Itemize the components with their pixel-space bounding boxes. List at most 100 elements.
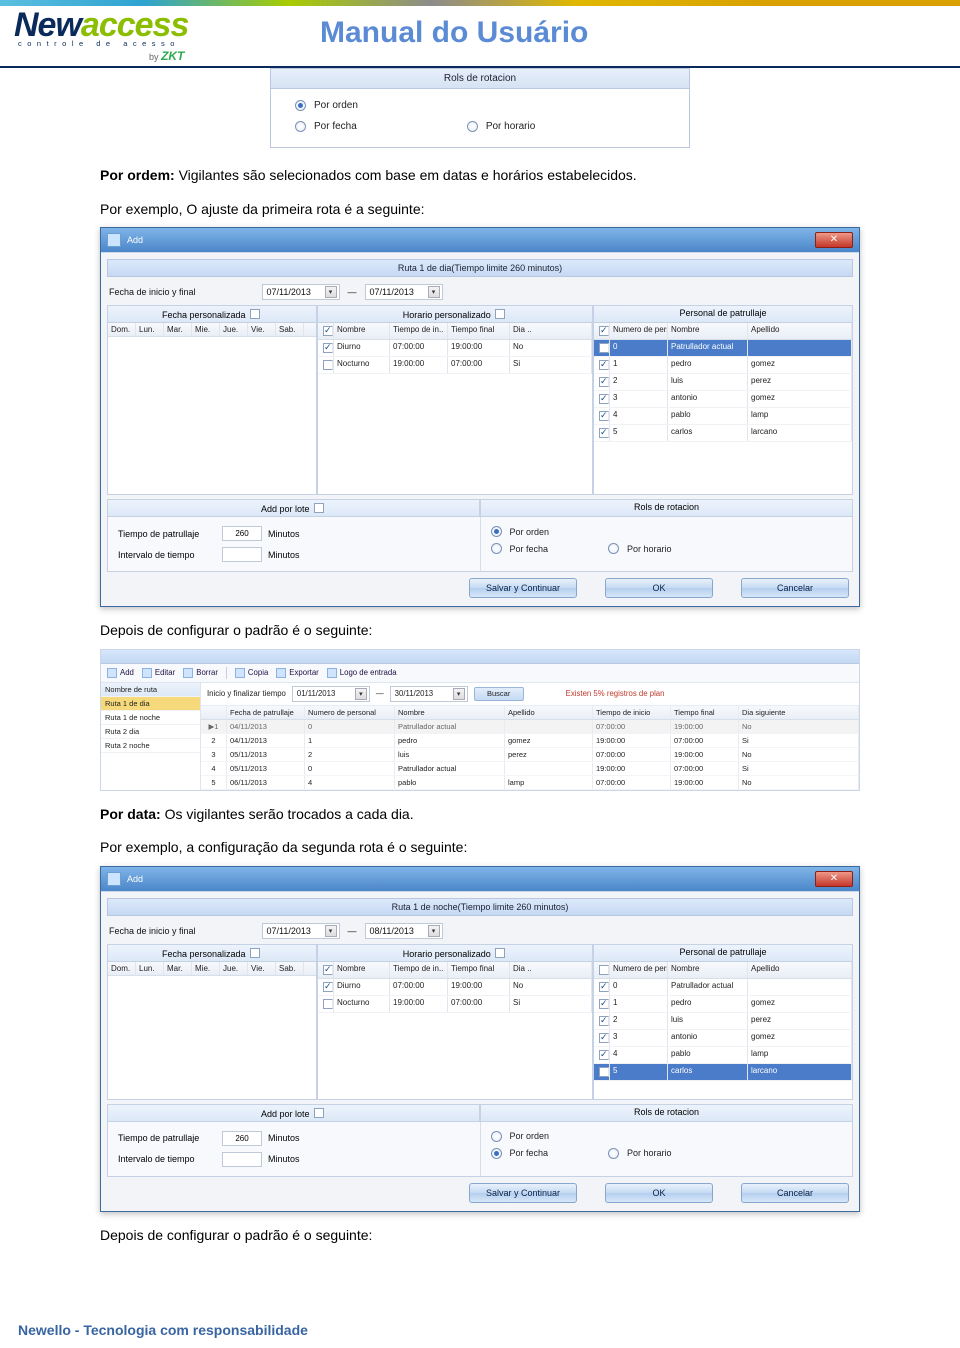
- search-row: Inicio y finalizar tiempo 01/11/2013▾ — …: [201, 683, 859, 706]
- radio-por-fecha[interactable]: Por fecha: [491, 1148, 549, 1159]
- page-content: Rols de rotacion Por orden Por fecha Por…: [0, 68, 960, 1294]
- cancel-button[interactable]: Cancelar: [741, 578, 849, 598]
- personal-row[interactable]: 0Patrullador actual: [594, 979, 852, 996]
- dialog-add-2: Add ✕ Ruta 1 de noche(Tiempo limite 260 …: [100, 866, 860, 1212]
- radio-icon: [491, 526, 502, 537]
- rols-title: Rols de rotacion: [271, 69, 689, 89]
- personal-row[interactable]: 4pablolamp: [594, 1047, 852, 1064]
- search-date-end[interactable]: 30/11/2013▾: [390, 686, 468, 702]
- radio-por-fecha[interactable]: Por fecha: [295, 121, 357, 132]
- date-start[interactable]: 07/11/2013▾: [262, 923, 340, 939]
- text-por-data: Por data: Os vigilantes serão trocados a…: [100, 805, 860, 825]
- radio-por-orden[interactable]: Por orden: [295, 100, 358, 111]
- listing-toolbar: Add Editar Borrar Copia Exportar Logo de…: [101, 664, 859, 683]
- checkbox[interactable]: [314, 503, 324, 513]
- save-continue-button[interactable]: Salvar y Continuar: [469, 578, 577, 598]
- tb-logo[interactable]: Logo de entrada: [327, 668, 397, 678]
- listing-row[interactable]: ▶104/11/20130Patrullador actual07:00:001…: [201, 720, 859, 734]
- personal-row[interactable]: 3antoniogomez: [594, 1030, 852, 1047]
- col-rols-rotacion: Rols de rotacion: [480, 1104, 853, 1122]
- tb-add[interactable]: Add: [107, 668, 134, 678]
- add-icon: [107, 668, 117, 678]
- logo-icon: [327, 668, 337, 678]
- checkbox[interactable]: [250, 309, 260, 319]
- listing-panel: Add Editar Borrar Copia Exportar Logo de…: [100, 649, 860, 791]
- close-button[interactable]: ✕: [815, 232, 853, 248]
- date-end[interactable]: 07/11/2013▾: [365, 284, 443, 300]
- checkbox[interactable]: [250, 948, 260, 958]
- pane-personal: Numero de personalNombreApellido 0Patrul…: [593, 962, 853, 1100]
- radio-por-horario[interactable]: Por horario: [467, 121, 535, 132]
- radio-por-horario[interactable]: Por horario: [608, 543, 672, 554]
- search-date-start[interactable]: 01/11/2013▾: [292, 686, 370, 702]
- input-tiempo-patrullaje[interactable]: 260: [222, 1131, 262, 1146]
- chevron-down-icon: ▾: [428, 925, 440, 937]
- personal-row[interactable]: 3antoniogomez: [594, 391, 852, 408]
- listing-row[interactable]: 204/11/20131pedrogomez19:00:0007:00:00Si: [201, 734, 859, 748]
- radio-label: Por fecha: [314, 121, 357, 132]
- rols-panel: Rols de rotacion Por orden Por fecha Por…: [270, 68, 690, 148]
- chevron-down-icon: ▾: [453, 688, 465, 700]
- personal-row[interactable]: 0Patrullador actual: [594, 340, 852, 357]
- dialog-title: Add: [127, 874, 143, 884]
- window-icon: [107, 872, 121, 886]
- personal-row[interactable]: 2luisperez: [594, 1013, 852, 1030]
- edit-icon: [142, 668, 152, 678]
- radio-por-horario[interactable]: Por horario: [608, 1148, 672, 1159]
- dialog-add-1: Add ✕ Ruta 1 de dia(Tiempo limite 260 mi…: [100, 227, 860, 607]
- dialog-titlebar[interactable]: Add ✕: [101, 867, 859, 891]
- fecha-row: Fecha de inicio y final 07/11/2013▾ — 08…: [101, 920, 859, 942]
- input-intervalo[interactable]: [222, 547, 262, 562]
- fecha-label: Fecha de inicio y final: [109, 287, 196, 297]
- ok-button[interactable]: OK: [605, 578, 713, 598]
- personal-row[interactable]: 5carloslarcano: [594, 1064, 852, 1081]
- pane-horario: NombreTiempo de in..Tiempo finalDia .. D…: [317, 962, 593, 1100]
- radio-por-orden[interactable]: Por orden: [491, 526, 550, 537]
- personal-row[interactable]: 1pedrogomez: [594, 996, 852, 1013]
- personal-row[interactable]: 1pedrogomez: [594, 357, 852, 374]
- listing-row[interactable]: 405/11/20130Patrullador actual19:00:0007…: [201, 762, 859, 776]
- personal-row[interactable]: 2luisperez: [594, 374, 852, 391]
- export-icon: [276, 668, 286, 678]
- tb-editar[interactable]: Editar: [142, 668, 175, 678]
- col-add-lote: Add por lote: [107, 499, 480, 517]
- radio-icon: [491, 1148, 502, 1159]
- tb-borrar[interactable]: Borrar: [183, 668, 218, 678]
- close-button[interactable]: ✕: [815, 871, 853, 887]
- tb-exportar[interactable]: Exportar: [276, 668, 318, 678]
- rols-row-2: Por fecha Por horario: [281, 116, 679, 137]
- radio-por-orden[interactable]: Por orden: [491, 1131, 550, 1142]
- personal-row[interactable]: 4pablolamp: [594, 408, 852, 425]
- pane-days: Dom.Lun.Mar.Mie.Jue.Vie.Sab.: [107, 962, 317, 1100]
- label-intervalo: Intervalo de tiempo: [118, 1154, 216, 1164]
- radio-por-fecha[interactable]: Por fecha: [491, 543, 549, 554]
- personal-row[interactable]: 5carloslarcano: [594, 425, 852, 442]
- listing-main: Inicio y finalizar tiempo 01/11/2013▾ — …: [201, 683, 859, 790]
- input-intervalo[interactable]: [222, 1152, 262, 1167]
- sidebar-item[interactable]: Ruta 1 de dia: [101, 697, 200, 711]
- dialog-titlebar[interactable]: Add ✕: [101, 228, 859, 252]
- col-fecha-personalizada: Fecha personalizada: [107, 305, 317, 323]
- cancel-button[interactable]: Cancelar: [741, 1183, 849, 1203]
- dialog-banner: Ruta 1 de noche(Tiempo limite 260 minuto…: [107, 898, 853, 916]
- footer: Newello - Tecnologia com responsabilidad…: [0, 1322, 960, 1348]
- listing-row[interactable]: 305/11/20132luisperez07:00:0019:00:00No: [201, 748, 859, 762]
- radio-icon: [608, 543, 619, 554]
- save-continue-button[interactable]: Salvar y Continuar: [469, 1183, 577, 1203]
- label-minutos: Minutos: [268, 550, 300, 560]
- input-tiempo-patrullaje[interactable]: 260: [222, 526, 262, 541]
- checkbox[interactable]: [314, 1108, 324, 1118]
- buscar-button[interactable]: Buscar: [474, 687, 524, 701]
- checkbox[interactable]: [495, 309, 505, 319]
- sidebar-item[interactable]: Ruta 2 noche: [101, 739, 200, 753]
- sidebar-item[interactable]: Ruta 2 dia: [101, 725, 200, 739]
- col-horario-personalizado: Horario personalizado: [317, 944, 593, 962]
- sidebar-item[interactable]: Ruta 1 de noche: [101, 711, 200, 725]
- listing-row[interactable]: 506/11/20134pablolamp07:00:0019:00:00No: [201, 776, 859, 790]
- date-start[interactable]: 07/11/2013▾: [262, 284, 340, 300]
- ok-button[interactable]: OK: [605, 1183, 713, 1203]
- tb-copia[interactable]: Copia: [235, 668, 268, 678]
- delete-icon: [183, 668, 193, 678]
- checkbox[interactable]: [495, 948, 505, 958]
- date-end[interactable]: 08/11/2013▾: [365, 923, 443, 939]
